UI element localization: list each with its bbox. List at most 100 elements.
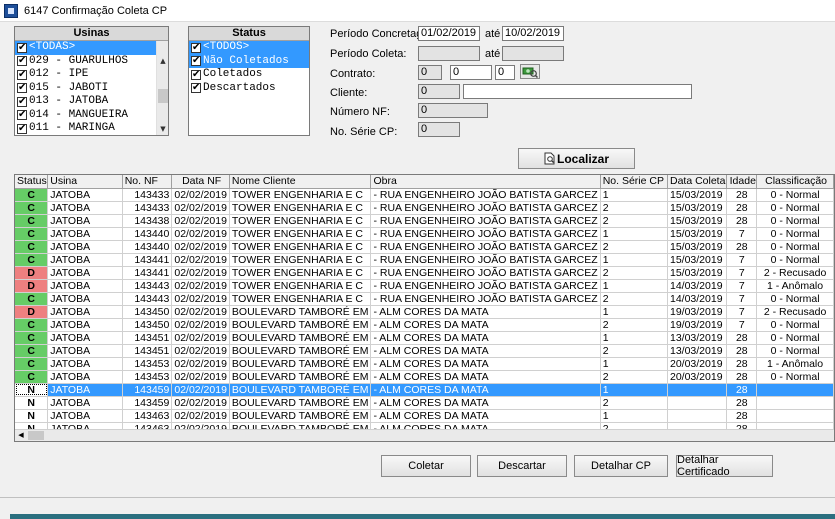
table-row[interactable]: C JATOBA 143438 02/02/2019 TOWER ENGENHARIA … xyxy=(15,214,834,228)
descartar-button[interactable]: Descartar xyxy=(477,455,567,477)
usina-item[interactable]: 014 - MANGUEIRA xyxy=(15,108,157,123)
checkbox[interactable] xyxy=(191,54,201,67)
contrato-search-button[interactable] xyxy=(520,64,540,79)
cell-classif: 0 - Normal xyxy=(756,370,834,384)
table-row[interactable]: D JATOBA 143443 02/02/2019 TOWER ENGENHARIA … xyxy=(15,279,834,293)
usina-item-label: 011 - MARINGA xyxy=(29,122,115,135)
cell-serie: 2 xyxy=(600,344,668,358)
cell-nf: 143433 xyxy=(122,188,173,202)
periodo-concretagem-from-field[interactable]: 01/02/2019 xyxy=(418,26,480,41)
column-header[interactable]: Idade xyxy=(726,175,758,189)
table-row[interactable]: C JATOBA 143440 02/02/2019 TOWER ENGENHARIA … xyxy=(15,240,834,254)
column-header[interactable]: Data NF xyxy=(171,175,230,189)
cell-idade: 28 xyxy=(726,201,758,215)
cell-serie: 1 xyxy=(600,188,668,202)
scroll-down-arrow-icon[interactable]: ▼ xyxy=(157,123,169,135)
contrato-field-b[interactable]: 0 xyxy=(450,65,492,80)
periodo-concretagem-to-field[interactable]: 10/02/2019 xyxy=(502,26,564,41)
scroll-up-arrow-icon[interactable]: ▲ xyxy=(157,55,169,67)
table-row[interactable]: C JATOBA 143433 02/02/2019 TOWER ENGENHARIA … xyxy=(15,188,834,202)
numero-nf-label: Número NF: xyxy=(330,106,390,118)
checkbox[interactable] xyxy=(17,41,27,54)
usina-item[interactable]: 029 - GUARULHOS xyxy=(15,54,157,69)
column-header[interactable]: Nome Cliente xyxy=(229,175,372,189)
column-header[interactable]: Classificação xyxy=(756,175,834,189)
usina-item[interactable]: 011 - MARINGA xyxy=(15,122,157,136)
cell-status: C xyxy=(15,201,49,215)
checkbox[interactable] xyxy=(17,95,27,108)
usina-item-label: 012 - IPE xyxy=(29,68,89,81)
serie-cp-field[interactable]: 0 xyxy=(418,122,460,137)
scroll-thumb[interactable] xyxy=(158,89,168,103)
table-row[interactable]: C JATOBA 143433 02/02/2019 TOWER ENGENHARIA … xyxy=(15,201,834,215)
cell-nf: 143440 xyxy=(122,227,173,241)
status-item[interactable]: <TODOS> xyxy=(189,41,309,55)
usina-item[interactable]: 012 - IPE xyxy=(15,68,157,82)
grid-horizontal-scrollbar[interactable]: ◀ xyxy=(15,429,834,441)
table-row[interactable]: C JATOBA 143441 02/02/2019 TOWER ENGENHARIA … xyxy=(15,253,834,267)
table-row[interactable]: NJATOBA14346302/02/2019BOULEVARD TAMBORÉ… xyxy=(15,409,834,423)
detalhar-cp-button[interactable]: Detalhar CP xyxy=(574,455,668,477)
usinas-scrollbar[interactable]: ▲ ▼ xyxy=(156,41,168,135)
checkbox[interactable] xyxy=(17,122,27,135)
checkbox[interactable] xyxy=(191,41,201,54)
status-item[interactable]: Coletados xyxy=(189,68,309,82)
periodo-coleta-from-field[interactable] xyxy=(418,46,480,61)
localizar-button[interactable]: Localizar xyxy=(518,148,635,169)
cell-classif: 0 - Normal xyxy=(756,214,834,228)
status-item[interactable]: Não Coletados xyxy=(189,54,309,68)
cell-data-nf: 02/02/2019 xyxy=(171,188,230,202)
usina-item[interactable]: 013 - JATOBA xyxy=(15,95,157,109)
cell-usina: JATOBA xyxy=(47,240,123,254)
cell-idade: 28 xyxy=(726,383,758,397)
table-row[interactable]: D JATOBA 143441 02/02/2019 TOWER ENGENHARIA … xyxy=(15,266,834,280)
table-row[interactable]: C JATOBA 143450 02/02/2019 BOULEVARD TAMBORÉ… xyxy=(15,318,834,332)
scroll-left-arrow-icon[interactable]: ◀ xyxy=(15,430,27,441)
checkbox[interactable] xyxy=(191,68,201,81)
column-header[interactable]: Obra xyxy=(370,175,601,189)
status-list[interactable]: Status <TODOS>Não ColetadosColetadosDesc… xyxy=(188,26,310,136)
checkbox[interactable] xyxy=(17,54,27,67)
usina-item[interactable]: <TODAS> xyxy=(15,41,157,55)
cell-nf: 143450 xyxy=(122,318,173,332)
periodo-coleta-to-field[interactable] xyxy=(502,46,564,61)
table-row[interactable]: D JATOBA 143450 02/02/2019 BOULEVARD TAMBORÉ… xyxy=(15,305,834,319)
table-row[interactable]: N JATOBA 143459 02/02/2019 BOULEVARD TAMBORÉ… xyxy=(15,396,834,410)
cell-data-nf: 02/02/2019 xyxy=(171,318,230,332)
table-row[interactable]: C JATOBA 143443 02/02/2019 TOWER ENGENHARIA … xyxy=(15,292,834,306)
usina-item[interactable]: 015 - JABOTI xyxy=(15,81,157,96)
contrato-field-c[interactable]: 0 xyxy=(495,65,515,80)
checkbox[interactable] xyxy=(191,81,201,94)
column-header[interactable]: No. NF xyxy=(122,175,173,189)
coletar-button[interactable]: Coletar xyxy=(381,455,471,477)
cell-cliente: TOWER ENGENHARIA E C xyxy=(229,227,372,241)
column-header[interactable]: No. Série CP xyxy=(600,175,668,189)
scroll-thumb[interactable] xyxy=(28,431,44,440)
checkbox[interactable] xyxy=(17,81,27,94)
table-row[interactable]: N JATOBA 143459 02/02/2019 BOULEVARD TAMBORÉ… xyxy=(15,383,834,397)
results-grid[interactable]: Status Usina No. NF Data NF Nome Cliente Obra… xyxy=(14,174,835,442)
contrato-field-a[interactable]: 0 xyxy=(418,65,442,80)
cliente-code-field[interactable]: 0 xyxy=(418,84,460,99)
column-header[interactable]: Usina xyxy=(47,175,123,189)
checkbox[interactable] xyxy=(17,68,27,81)
table-row[interactable]: C JATOBA 143451 02/02/2019 BOULEVARD TAMBORÉ… xyxy=(15,344,834,358)
detalhar-certificado-button[interactable]: Detalhar Certificado xyxy=(676,454,773,478)
checkbox[interactable] xyxy=(17,108,27,121)
cell-obra: - ALM CORES DA MATA xyxy=(370,370,601,384)
cell-data-coleta xyxy=(667,396,728,410)
table-row[interactable]: C JATOBA 143453 02/02/2019 BOULEVARD TAMBORÉ… xyxy=(15,370,834,384)
table-row[interactable]: C JATOBA 143453 02/02/2019 BOULEVARD TAMBORÉ… xyxy=(15,357,834,371)
cell-data-coleta: 15/03/2019 xyxy=(667,201,728,215)
cliente-name-field[interactable] xyxy=(463,84,692,99)
cell-serie: 1 xyxy=(600,357,668,371)
cell-nf: 143451 xyxy=(122,344,173,358)
cell-idade: 28 xyxy=(726,357,758,371)
usinas-list[interactable]: Usinas <TODAS>029 - GUARULHOS012 - IPE01… xyxy=(14,26,169,136)
column-header[interactable]: Data Coleta xyxy=(667,175,728,189)
column-header[interactable]: Status xyxy=(15,175,49,189)
table-row[interactable]: C JATOBA 143451 02/02/2019 BOULEVARD TAMBORÉ… xyxy=(15,331,834,345)
status-item[interactable]: Descartados xyxy=(189,81,309,96)
numero-nf-field[interactable]: 0 xyxy=(418,103,488,118)
table-row[interactable]: C JATOBA 143440 02/02/2019 TOWER ENGENHARIA … xyxy=(15,227,834,241)
